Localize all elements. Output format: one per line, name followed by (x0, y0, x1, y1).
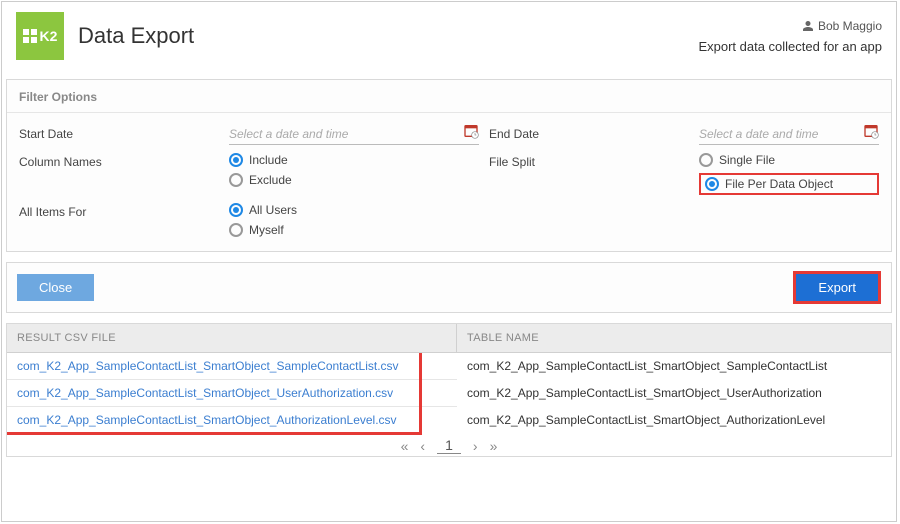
result-file-link[interactable]: com_K2_App_SampleContactList_SmartObject… (17, 359, 399, 373)
app-logo: K2 (16, 12, 64, 60)
button-bar: Close Export (6, 262, 892, 313)
filter-section-title: Filter Options (7, 80, 891, 113)
pager-next-icon[interactable]: › (473, 438, 478, 454)
file-split-label: File Split (489, 151, 689, 195)
filter-panel: Filter Options Start Date Select a date … (6, 79, 892, 252)
export-button[interactable]: Export (796, 274, 878, 301)
radio-myself[interactable]: Myself (229, 223, 479, 237)
logo-text: K2 (40, 28, 58, 44)
results-table: RESULT CSV FILE TABLE NAME com_K2_App_Sa… (6, 323, 892, 457)
page-title: Data Export (78, 23, 194, 49)
user-name: Bob Maggio (818, 19, 882, 33)
close-button[interactable]: Close (17, 274, 94, 301)
user-icon (802, 20, 814, 32)
radio-include[interactable]: Include (229, 153, 479, 167)
result-file-link[interactable]: com_K2_App_SampleContactList_SmartObject… (17, 413, 397, 427)
pager-first-icon[interactable]: « (401, 438, 409, 454)
start-date-input[interactable]: Select a date and time (229, 123, 479, 145)
page-header: K2 Data Export Bob Maggio Export data co… (2, 2, 896, 73)
all-items-group: All Users Myself (229, 201, 479, 237)
highlight-file-per-object: File Per Data Object (699, 173, 879, 195)
end-date-placeholder: Select a date and time (699, 127, 818, 141)
table-row: com_K2_App_SampleContactList_SmartObject… (7, 380, 891, 407)
start-date-label: Start Date (19, 123, 219, 145)
result-table-name: com_K2_App_SampleContactList_SmartObject… (457, 407, 891, 433)
end-date-input[interactable]: Select a date and time (699, 123, 879, 145)
radio-single-file[interactable]: Single File (699, 153, 879, 167)
radio-all-users[interactable]: All Users (229, 203, 479, 217)
calendar-icon[interactable] (863, 123, 879, 139)
end-date-label: End Date (489, 123, 689, 145)
result-table-name: com_K2_App_SampleContactList_SmartObject… (457, 353, 891, 380)
file-split-group: Single File File Per Data Object (699, 151, 879, 195)
pager-last-icon[interactable]: » (490, 438, 498, 454)
result-file-link[interactable]: com_K2_App_SampleContactList_SmartObject… (17, 386, 393, 400)
radio-exclude[interactable]: Exclude (229, 173, 479, 187)
column-names-label: Column Names (19, 151, 219, 195)
page-subtitle: Export data collected for an app (698, 39, 882, 54)
start-date-placeholder: Select a date and time (229, 127, 348, 141)
table-row: com_K2_App_SampleContactList_SmartObject… (7, 353, 891, 380)
pager-prev-icon[interactable]: ‹ (420, 438, 425, 454)
pager-page-number[interactable]: 1 (437, 437, 461, 454)
highlight-export: Export (793, 271, 881, 304)
column-names-group: Include Exclude (229, 151, 479, 195)
pager: « ‹ 1 › » (7, 433, 891, 456)
result-table-name: com_K2_App_SampleContactList_SmartObject… (457, 380, 891, 407)
all-items-label: All Items For (19, 201, 219, 237)
user-display[interactable]: Bob Maggio (698, 19, 882, 33)
col-header-file: RESULT CSV FILE (7, 324, 457, 352)
col-header-table: TABLE NAME (457, 324, 891, 352)
table-row: com_K2_App_SampleContactList_SmartObject… (7, 407, 891, 433)
calendar-icon[interactable] (463, 123, 479, 139)
radio-file-per-object[interactable]: File Per Data Object (705, 177, 833, 191)
